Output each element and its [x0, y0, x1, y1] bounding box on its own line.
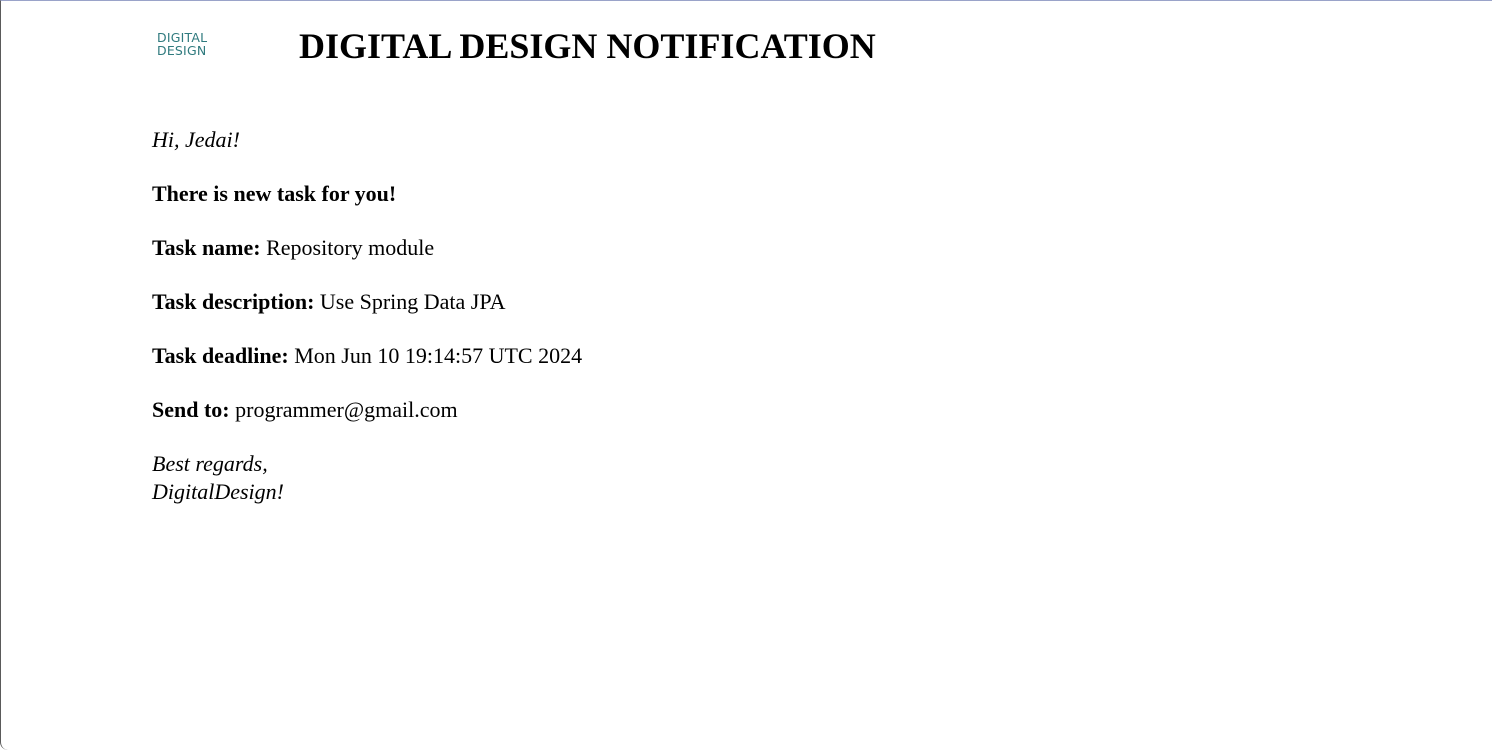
message-body: Hi, Jedai! There is new task for you! Ta… [152, 126, 1352, 532]
task-deadline-value: Mon Jun 10 19:14:57 UTC 2024 [294, 343, 583, 368]
send-to-label: Send to: [152, 397, 230, 422]
task-description-label: Task description: [152, 289, 315, 314]
send-to-value: programmer@gmail.com [235, 397, 458, 422]
task-name-label: Task name: [152, 235, 261, 260]
task-name-row: Task name: Repository module [152, 234, 1352, 262]
task-deadline-label: Task deadline: [152, 343, 289, 368]
page-title: DIGITAL DESIGN NOTIFICATION [299, 26, 876, 66]
signoff-line-1: Best regards, [152, 451, 268, 476]
digital-design-logo: DIGITAL DESIGN [157, 31, 213, 63]
intro-text: There is new task for you! [152, 180, 1352, 208]
signoff: Best regards, DigitalDesign! [152, 450, 1352, 506]
task-description-value: Use Spring Data JPA [319, 289, 506, 314]
greeting-text: Hi, Jedai! [152, 127, 240, 152]
notification-header: DIGITAL DESIGN DIGITAL DESIGN NOTIFICATI… [0, 0, 1492, 90]
signoff-line-2: DigitalDesign! [152, 479, 284, 504]
task-name-value: Repository module [266, 235, 435, 260]
task-deadline-row: Task deadline: Mon Jun 10 19:14:57 UTC 2… [152, 342, 1352, 370]
logo-line-2: DESIGN [157, 43, 207, 58]
intro-bold: There is new task for you! [152, 181, 397, 206]
task-description-row: Task description: Use Spring Data JPA [152, 288, 1352, 316]
send-to-row: Send to: programmer@gmail.com [152, 396, 1352, 424]
